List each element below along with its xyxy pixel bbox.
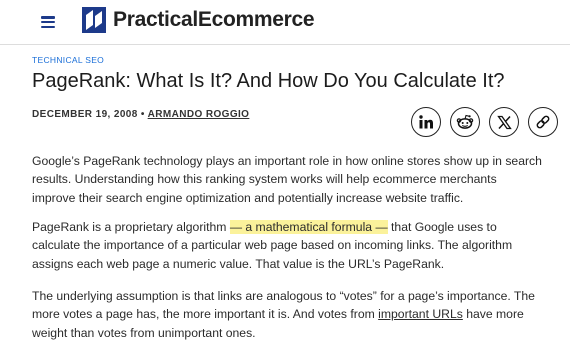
header-divider bbox=[0, 44, 570, 45]
site-header: PracticalEcommerce bbox=[0, 0, 570, 44]
share-reddit-button[interactable] bbox=[450, 107, 480, 137]
x-icon bbox=[496, 115, 512, 129]
share-copy-link-button[interactable] bbox=[528, 107, 558, 137]
link-icon bbox=[536, 115, 550, 129]
linkedin-icon bbox=[419, 115, 433, 129]
site-logo[interactable]: PracticalEcommerce bbox=[81, 6, 315, 34]
article-title: PageRank: What Is It? And How Do You Cal… bbox=[32, 70, 505, 92]
practical-ecommerce-logo-icon bbox=[82, 7, 106, 33]
article-paragraph-1: Google’s PageRank technology plays an im… bbox=[32, 154, 542, 205]
hamburger-menu-icon[interactable] bbox=[41, 16, 55, 28]
byline-separator: • bbox=[140, 109, 145, 120]
highlighted-text: — a mathematical formula — bbox=[229, 220, 388, 234]
important-urls-link[interactable]: important URLs bbox=[378, 307, 463, 321]
share-linkedin-button[interactable] bbox=[411, 107, 441, 137]
publish-date: DECEMBER 19, 2008 bbox=[32, 109, 138, 120]
brand-name: PracticalEcommerce bbox=[113, 8, 315, 31]
paragraph-text: PageRank is a proprietary algorithm bbox=[32, 220, 230, 234]
category-link[interactable]: TECHNICAL SEO bbox=[32, 55, 104, 65]
byline: DECEMBER 19, 2008 • ARMANDO ROGGIO bbox=[32, 109, 249, 120]
article-paragraph-2: PageRank is a proprietary algorithm — a … bbox=[32, 218, 542, 273]
reddit-icon bbox=[456, 114, 474, 129]
article-paragraph-3: The underlying assumption is that links … bbox=[32, 287, 542, 342]
author-link[interactable]: ARMANDO ROGGIO bbox=[148, 109, 250, 120]
share-x-button[interactable] bbox=[489, 107, 519, 137]
